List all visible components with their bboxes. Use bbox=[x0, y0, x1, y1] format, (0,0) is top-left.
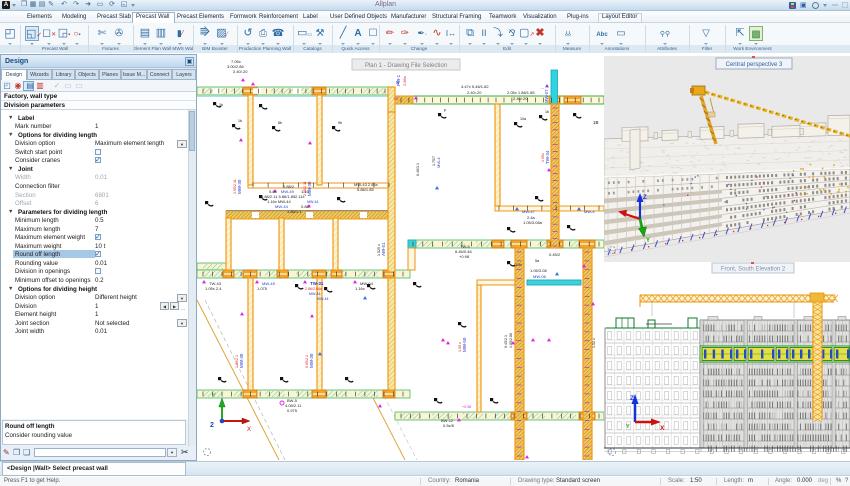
svg-text:2.86/2.86x: 2.86/2.86x bbox=[305, 287, 322, 291]
svg-text:+0.98: +0.98 bbox=[459, 254, 470, 259]
svg-text:MW-06: MW-06 bbox=[533, 274, 547, 279]
svg-text:Front, South Elevation 2: Front, South Elevation 2 bbox=[721, 267, 786, 273]
svg-text:Plan 1 - Drawing File Selectio: Plan 1 - Drawing File Selection bbox=[365, 63, 447, 69]
svg-text:AW-51: AW-51 bbox=[381, 242, 386, 256]
svg-text:TW-31: TW-31 bbox=[310, 281, 324, 286]
svg-text:MW-44: MW-44 bbox=[309, 292, 321, 296]
svg-text:2.40/.20: 2.40/.20 bbox=[513, 96, 528, 101]
svg-text:MW-30: MW-30 bbox=[309, 353, 314, 368]
svg-text:X: X bbox=[247, 427, 251, 433]
svg-text:1.05/3.08a: 1.05/3.08a bbox=[523, 220, 543, 225]
svg-text:2.05x 1.86/1.85: 2.05x 1.86/1.85 bbox=[507, 90, 535, 95]
svg-text:5.8x: 5.8x bbox=[269, 189, 277, 194]
svg-text:Y: Y bbox=[646, 238, 650, 244]
svg-text:0.5x/8: 0.5x/8 bbox=[443, 423, 455, 428]
svg-text:+0: +0 bbox=[393, 96, 399, 101]
svg-text:0.88/2: 0.88/2 bbox=[283, 184, 295, 189]
svg-text:Z: Z bbox=[630, 395, 634, 402]
svg-text:MW-07: MW-07 bbox=[544, 89, 549, 103]
svg-text:1b: 1b bbox=[238, 119, 242, 123]
svg-text:2: 2 bbox=[210, 422, 214, 429]
svg-text:Z: Z bbox=[643, 195, 647, 201]
svg-text:MW-30: MW-30 bbox=[239, 353, 244, 368]
svg-text:1.16x: 1.16x bbox=[355, 286, 365, 291]
svg-text:0.88: 0.88 bbox=[301, 204, 310, 209]
svg-text:6.46/3.1: 6.46/3.1 bbox=[416, 163, 420, 176]
svg-text:8b: 8b bbox=[278, 121, 282, 125]
svg-text:1.525 x: 1.525 x bbox=[377, 244, 381, 256]
svg-text:1.05 x: 1.05 x bbox=[458, 342, 462, 352]
svg-text:0.45/2: 0.45/2 bbox=[549, 252, 561, 257]
svg-text:10a: 10a bbox=[520, 117, 526, 121]
svg-text:Y: Y bbox=[212, 393, 216, 399]
svg-text:1.52 x: 1.52 x bbox=[592, 338, 596, 348]
svg-text:MW-30: MW-30 bbox=[237, 179, 242, 194]
svg-text:4.47x 5.46/1.82: 4.47x 5.46/1.82 bbox=[461, 84, 489, 89]
svg-text:MW-44: MW-44 bbox=[307, 200, 319, 204]
svg-text:2.40/.20: 2.40/.20 bbox=[467, 90, 482, 95]
svg-text:p: p bbox=[444, 108, 446, 112]
svg-text:0.975: 0.975 bbox=[287, 408, 298, 413]
svg-text:1.05/2.1: 1.05/2.1 bbox=[235, 355, 239, 368]
svg-text:2.40/.20: 2.40/.20 bbox=[233, 69, 248, 74]
svg-text:5a: 5a bbox=[535, 259, 539, 263]
svg-text:MW-50: MW-50 bbox=[462, 337, 467, 352]
svg-text:0.05/2.1: 0.05/2.1 bbox=[305, 355, 309, 368]
svg-text:1.075: 1.075 bbox=[257, 286, 268, 291]
svg-text:1b: 1b bbox=[219, 103, 223, 107]
svg-text:1.86/1.1: 1.86/1.1 bbox=[287, 209, 302, 214]
svg-text:N: N bbox=[396, 80, 399, 85]
svg-text:+0.98: +0.98 bbox=[462, 405, 471, 409]
svg-text:TW-34: TW-34 bbox=[545, 150, 550, 164]
svg-text:Y: Y bbox=[626, 424, 630, 430]
svg-text:MW-4: MW-4 bbox=[436, 157, 441, 168]
svg-text:5.86/1.85: 5.86/1.85 bbox=[357, 187, 374, 192]
svg-text:9b: 9b bbox=[338, 121, 342, 125]
svg-text:MW-44: MW-44 bbox=[317, 297, 329, 301]
svg-text:MW-4: MW-4 bbox=[584, 209, 595, 214]
svg-text:X: X bbox=[660, 425, 665, 432]
svg-text:1b: 1b bbox=[545, 110, 549, 114]
svg-text:Central perspective 3: Central perspective 3 bbox=[726, 62, 783, 68]
svg-text:1.05/3.08: 1.05/3.08 bbox=[530, 268, 547, 273]
svg-text:4.05/2.86: 4.05/2.86 bbox=[509, 333, 513, 348]
svg-text:MW-47: MW-47 bbox=[522, 209, 536, 214]
svg-text:1.05x 2.4: 1.05x 2.4 bbox=[205, 286, 222, 291]
svg-text:10b: 10b bbox=[515, 262, 522, 267]
svg-text:1.05/2.11: 1.05/2.11 bbox=[233, 179, 237, 194]
svg-text:2.11x: 2.11x bbox=[295, 194, 305, 199]
svg-text:2.86x: 2.86x bbox=[402, 76, 407, 86]
svg-text:1B: 1B bbox=[593, 120, 599, 125]
svg-text:··: ·· bbox=[541, 86, 545, 92]
svg-text:0.45/2.1: 0.45/2.1 bbox=[504, 335, 508, 348]
svg-text:1.05x: 1.05x bbox=[541, 153, 545, 162]
